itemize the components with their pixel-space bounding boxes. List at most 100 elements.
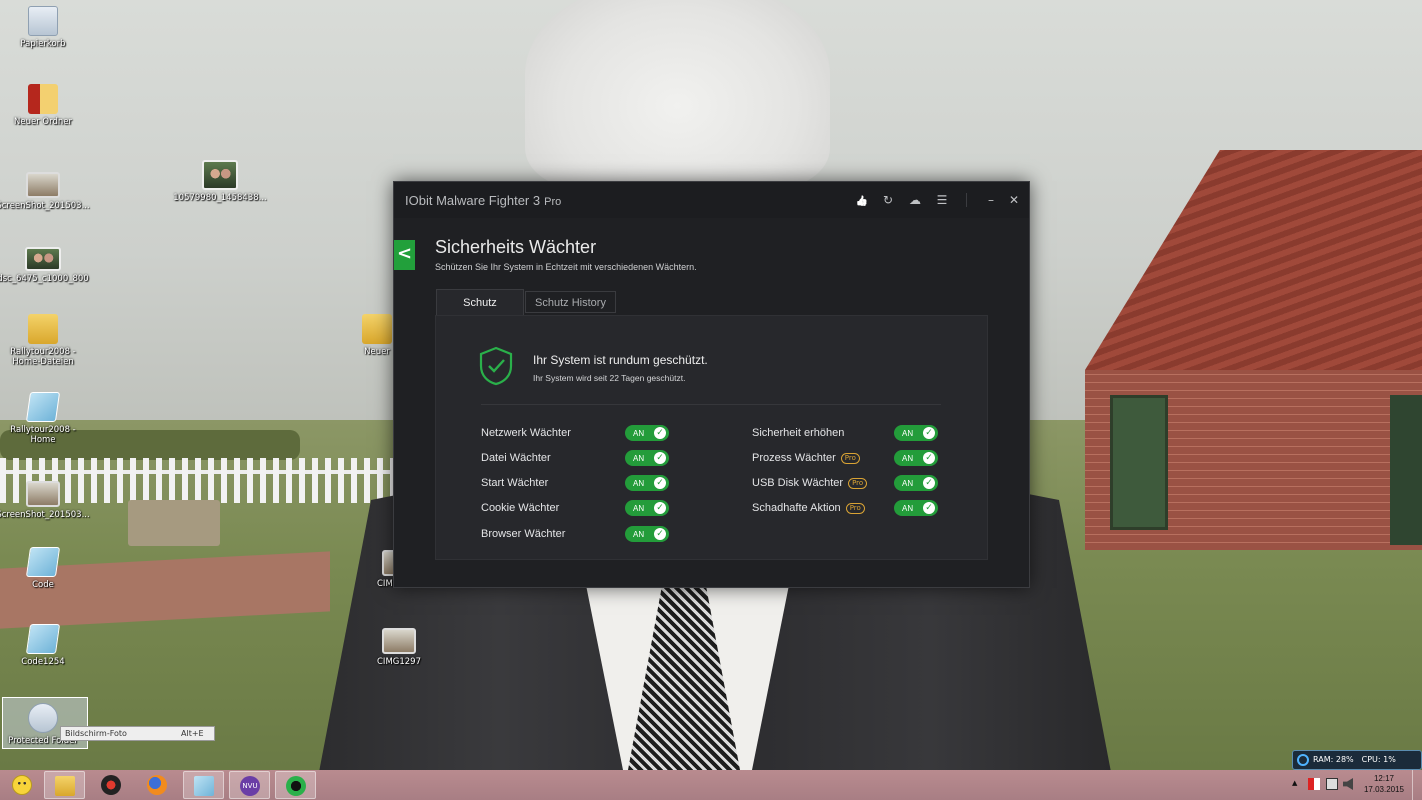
guard-label: Start Wächter: [481, 477, 549, 489]
toggle-schadhafte-aktion[interactable]: AN ✓: [894, 500, 938, 516]
nvu-icon: NVU: [240, 776, 260, 796]
tray-expand-button[interactable]: ▲: [1292, 778, 1297, 788]
tab-schutz[interactable]: Schutz: [436, 289, 524, 315]
desktop-icon-label: ScreenShot_201503...: [0, 201, 90, 211]
malware-fighter-window: IObit Malware Fighter 3 Pro 👍 ↻ ☁ ☰ – ✕ <…: [393, 181, 1030, 588]
desktop-icon-code[interactable]: Code: [3, 547, 83, 590]
desktop-icon-neuer-ordner[interactable]: Neuer Ordner: [3, 84, 83, 127]
tab-schutz-history[interactable]: Schutz History: [525, 291, 616, 313]
toggle-start-waechter[interactable]: AN ✓: [625, 475, 669, 491]
desktop-icon-photo-1[interactable]: 10579980_1458438...: [173, 160, 267, 203]
check-icon: ✓: [654, 528, 666, 540]
tooltip-label: Bildschirm-Foto: [65, 729, 127, 738]
guard-row-usb: USB Disk Wächter Pro: [752, 475, 868, 491]
desktop-icon-label: Code1254: [21, 657, 65, 667]
clock-time: 12:17: [1373, 774, 1395, 783]
protection-panel: Ihr System ist rundum geschützt. Ihr Sys…: [435, 315, 988, 560]
desktop-icon-label: Neuer: [364, 347, 390, 357]
taskbar-game[interactable]: [91, 771, 132, 799]
toggle-datei-waechter[interactable]: AN ✓: [625, 450, 669, 466]
wallpaper-planter: [128, 500, 220, 546]
toggle-prozess-waechter[interactable]: AN ✓: [894, 450, 938, 466]
nvu-label: NVU: [242, 782, 258, 790]
desktop-icon-screenshot-2[interactable]: ScreenShot_201503...: [0, 481, 90, 520]
desktop-icon-rallytour-folder[interactable]: Rallytour2008 - Home-Dateien: [3, 314, 83, 367]
desktop-icon-label: 10579980_1458438...: [173, 193, 267, 203]
desktop-icon-neuer-partial[interactable]: Neuer: [357, 314, 397, 357]
check-icon: ✓: [923, 502, 935, 514]
toggle-browser-waechter[interactable]: AN ✓: [625, 526, 669, 542]
toggle-cookie-waechter[interactable]: AN ✓: [625, 500, 669, 516]
desktop-icon-screenshot-1[interactable]: ScreenShot_201503...: [0, 172, 90, 211]
taskbar-clock[interactable]: 12:17 17.03.2015: [1360, 773, 1408, 795]
menu-icon: ☰: [936, 193, 948, 207]
desktop-icon-label: Rallytour2008 - Home-Dateien: [10, 347, 76, 367]
app-edition: Pro: [544, 196, 562, 208]
cloud-button[interactable]: ☁: [907, 192, 923, 208]
chevron-left-icon: <: [396, 243, 413, 264]
cloud-icon: ☁: [909, 193, 921, 207]
clock-date: 17.03.2015: [1363, 785, 1405, 794]
network-icon[interactable]: [1326, 778, 1338, 790]
back-button[interactable]: <: [394, 240, 415, 270]
panel-divider: [481, 404, 941, 405]
desktop-icon-photo-2[interactable]: dsc_6475_c1000_800: [0, 247, 89, 284]
photo-icon: [25, 247, 61, 271]
guard-label: Prozess Wächter: [752, 452, 836, 464]
desktop-icon-cimg1297[interactable]: CIMG1297: [359, 628, 439, 667]
page-subtitle: Schützen Sie Ihr System in Echtzeit mit …: [435, 262, 697, 272]
taskbar-iobit[interactable]: [275, 771, 316, 799]
document-icon: [25, 624, 61, 654]
document-icon: [194, 776, 214, 796]
update-button[interactable]: ↻: [880, 192, 896, 208]
guard-row-schadhafte: Schadhafte Aktion Pro: [752, 500, 865, 516]
show-desktop-button[interactable]: [1412, 770, 1422, 800]
guard-label: Browser Wächter: [481, 528, 566, 540]
taskbar-explorer[interactable]: [44, 771, 85, 799]
taskbar-start[interactable]: [2, 771, 43, 799]
taskbar-firefox[interactable]: [137, 771, 178, 799]
desktop-icon-label: Code: [32, 580, 54, 590]
document-icon: [25, 547, 61, 577]
toggle-sicherheit-erhoehen[interactable]: AN ✓: [894, 425, 938, 441]
app-title: IObit Malware Fighter 3: [405, 193, 541, 208]
check-icon: ✓: [923, 452, 935, 464]
desktop-icon-rallytour-home[interactable]: Rallytour2008 - Home: [3, 392, 83, 445]
document-icon: [25, 392, 61, 422]
desktop-icon-recycle-bin[interactable]: Papierkorb: [3, 6, 83, 49]
game-icon: [101, 775, 121, 795]
guard-label: Schadhafte Aktion: [752, 502, 841, 514]
toggle-usb-disk-waechter[interactable]: AN ✓: [894, 475, 938, 491]
toggle-netzwerk-waechter[interactable]: AN ✓: [625, 425, 669, 441]
tooltip-shortcut: Alt+E: [181, 729, 204, 738]
folder-icon: [362, 314, 392, 344]
taskbar-document[interactable]: [183, 771, 224, 799]
refresh-icon: ↻: [882, 193, 894, 207]
page-title: Sicherheits Wächter: [435, 237, 597, 257]
system-monitor[interactable]: RAM: 28% CPU: 1%: [1292, 750, 1422, 770]
taskbar-nvu[interactable]: NVU: [229, 771, 270, 799]
guard-row-prozess: Prozess Wächter Pro: [752, 450, 860, 466]
house-door: [1110, 395, 1168, 530]
house-roof: [1085, 150, 1422, 370]
status-title: Ihr System ist rundum geschützt.: [533, 353, 708, 367]
toggle-state: AN: [633, 503, 645, 513]
desktop-icon-code1254[interactable]: Code1254: [3, 624, 83, 667]
minimize-button[interactable]: –: [983, 192, 999, 208]
check-icon: ✓: [654, 452, 666, 464]
firefox-icon: [147, 775, 167, 795]
close-icon: ✕: [1008, 193, 1020, 207]
screenshot-icon: [26, 172, 60, 198]
guard-label: Datei Wächter: [481, 452, 551, 464]
guard-row-browser: Browser Wächter: [481, 526, 565, 542]
pro-badge: Pro: [848, 477, 868, 489]
menu-button[interactable]: ☰: [934, 192, 950, 208]
close-button[interactable]: ✕: [1006, 192, 1022, 208]
action-center-icon[interactable]: [1308, 778, 1320, 790]
desktop-icon-label: Neuer Ordner: [14, 117, 72, 127]
check-icon: ✓: [654, 477, 666, 489]
file-explorer-icon: [55, 776, 75, 796]
ram-usage: RAM: 28%: [1313, 755, 1354, 764]
like-button[interactable]: 👍: [854, 192, 870, 208]
pro-badge: Pro: [845, 502, 865, 514]
